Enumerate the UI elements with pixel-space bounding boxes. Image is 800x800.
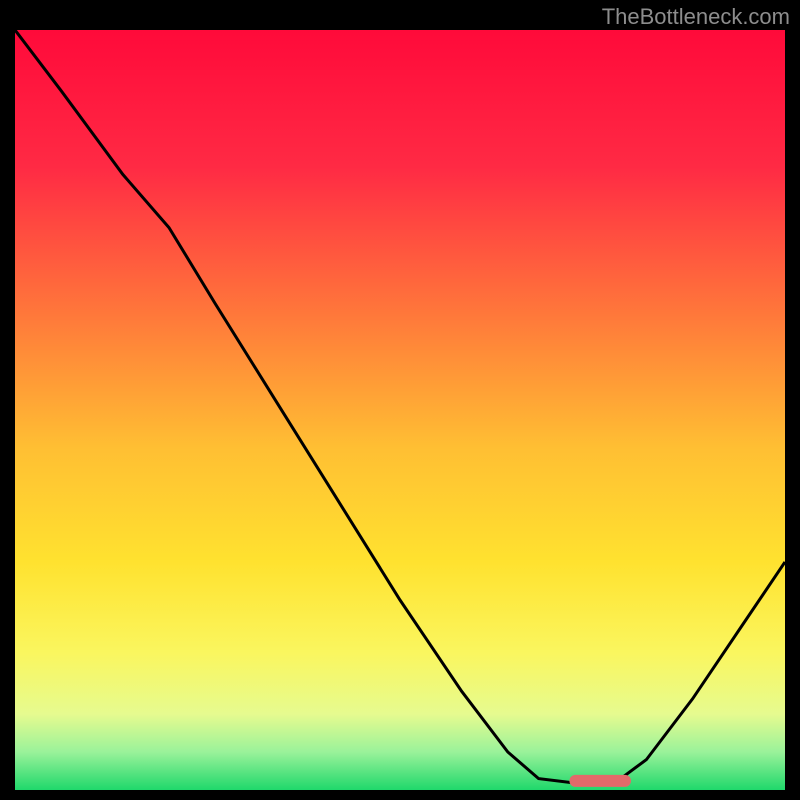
gradient-background — [15, 30, 785, 790]
optimal-marker — [569, 775, 631, 787]
watermark-text: TheBottleneck.com — [602, 4, 790, 30]
chart-area — [15, 30, 785, 790]
chart-svg — [15, 30, 785, 790]
